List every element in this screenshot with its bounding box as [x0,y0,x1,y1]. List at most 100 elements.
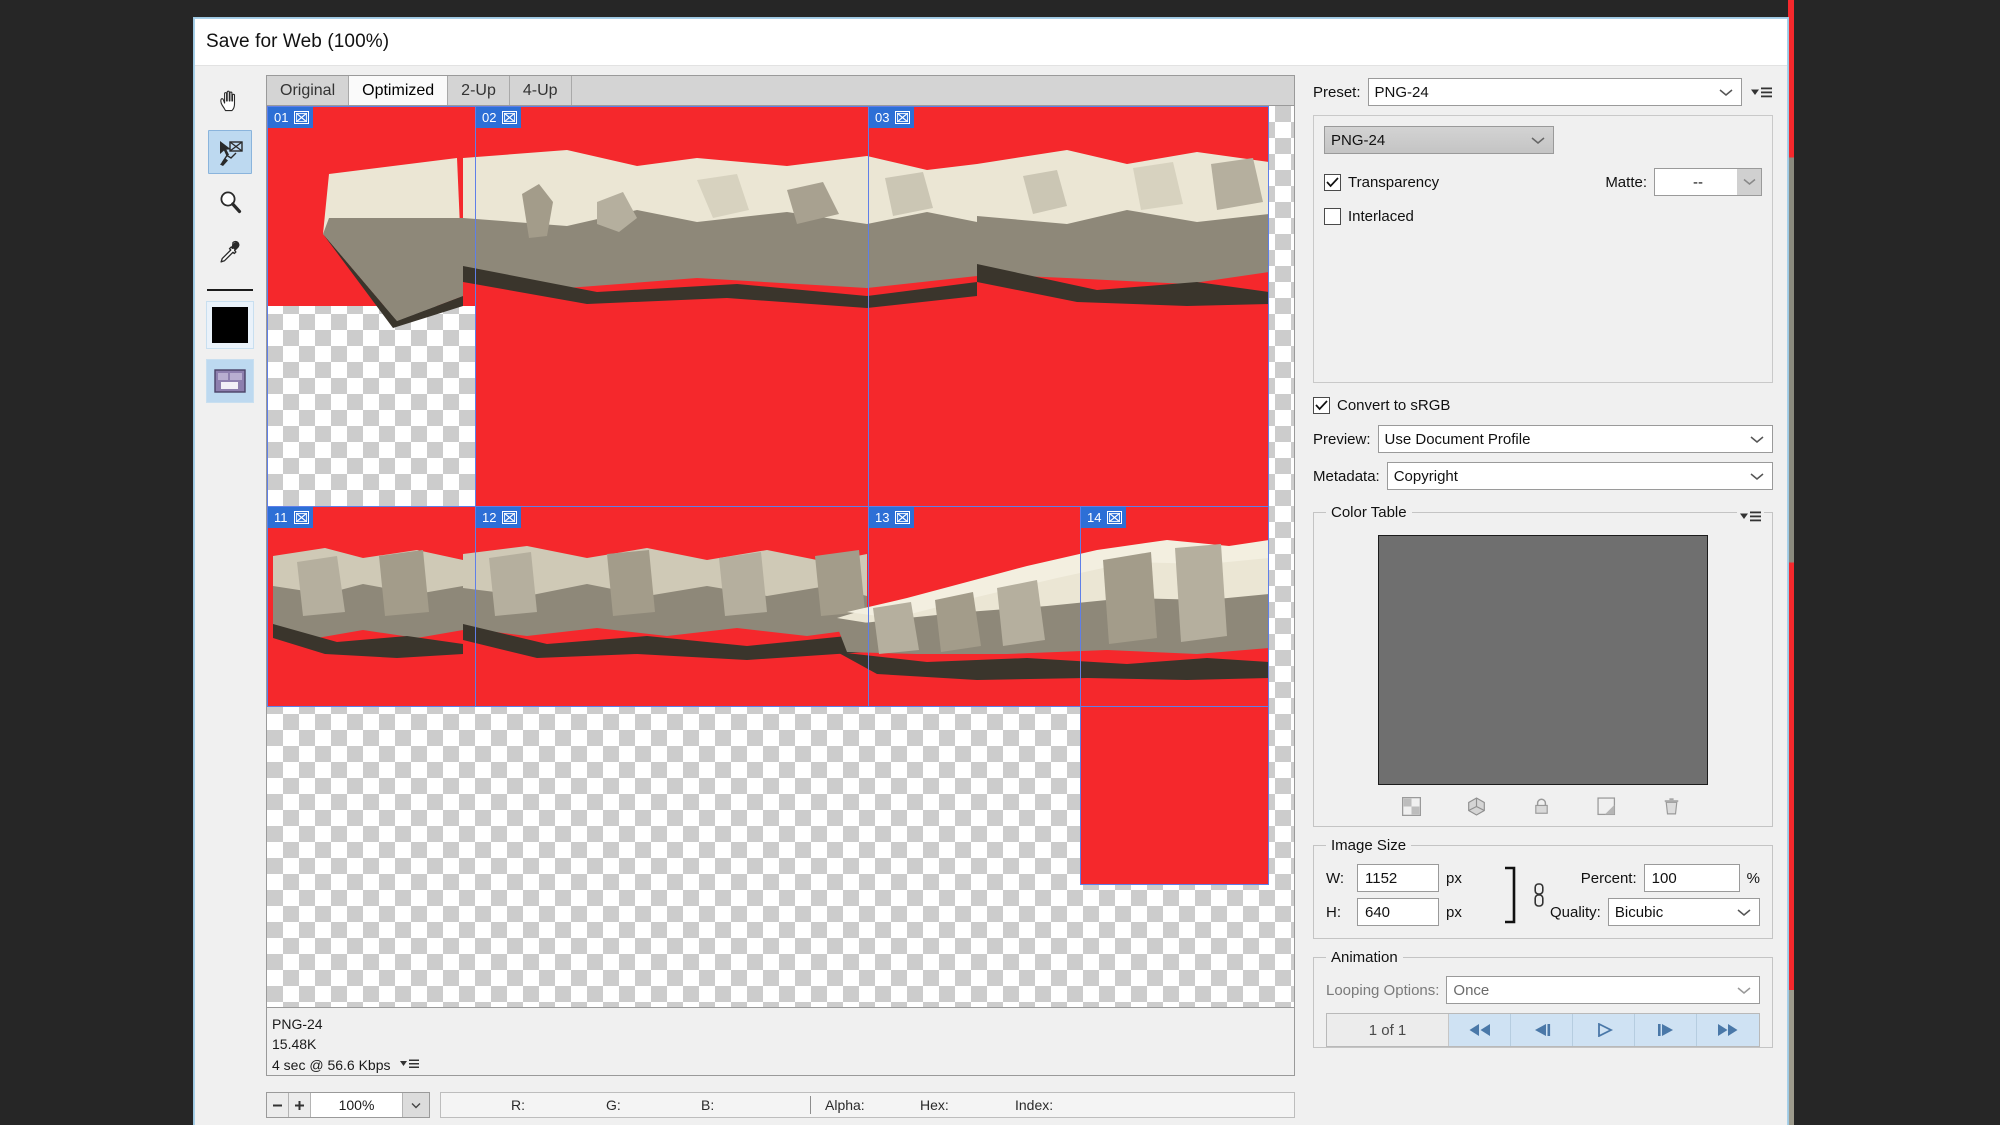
height-unit: px [1446,903,1462,921]
transparency-icon[interactable] [1401,797,1421,820]
new-swatch-icon[interactable] [1596,797,1616,820]
width-input[interactable]: 1152 [1357,864,1439,892]
transparency-checkbox[interactable]: Transparency [1324,173,1440,191]
chevron-down-icon [1750,468,1764,485]
color-table-menu-button[interactable] [1737,510,1764,527]
tab-original[interactable]: Original [267,76,350,105]
height-input[interactable]: 640 [1357,898,1439,926]
panel-menu-icon [399,1059,419,1068]
color-table-swatch-area[interactable] [1378,535,1708,785]
readout-hex: Hex: [920,1097,1015,1113]
chain-link-icon [1534,883,1544,907]
tab-optimized[interactable]: Optimized [349,76,449,105]
quality-select[interactable]: Bicubic [1607,898,1760,926]
preset-value: PNG-24 [1374,83,1429,101]
optimize-filesize: 15.48K [272,1036,317,1053]
color-table-toolbar [1326,797,1760,820]
check-icon [1326,176,1339,187]
chevron-down-icon [1737,982,1751,999]
slice-badge-01[interactable]: 01 [268,107,314,128]
animation-group: Animation Looping Options: Once 1 of 1 [1313,949,1773,1048]
next-frame-icon [1657,1024,1673,1036]
slice-guide-vertical-2 [868,106,869,706]
file-format-select[interactable]: PNG-24 [1324,126,1554,154]
first-frame-icon [1469,1024,1490,1036]
tools-palette [195,66,265,1125]
looping-options-label: Looping Options: [1326,981,1440,999]
quality-label: Quality: [1550,903,1601,921]
panel-menu-icon [1740,511,1761,522]
preset-panel-menu-button[interactable] [1749,82,1773,102]
slice-select-tool[interactable] [208,130,252,174]
percent-unit: % [1746,869,1760,887]
zoom-out-button[interactable] [267,1093,289,1117]
optimize-info-menu-button[interactable] [399,1055,419,1075]
next-frame-button[interactable] [1635,1014,1697,1046]
first-frame-button[interactable] [1449,1014,1511,1046]
slice-badge-13[interactable]: 13 [869,507,915,528]
interlaced-checkbox[interactable]: Interlaced [1324,208,1762,225]
background-document-sliver [1788,0,1794,1125]
looping-options-value: Once [1453,981,1490,999]
chevron-down-icon [1719,84,1733,101]
width-unit: px [1446,869,1462,887]
preset-label: Preset: [1313,83,1361,101]
slice-number: 12 [482,510,497,525]
eyedropper-icon [220,240,240,263]
readout-b: B: [701,1097,796,1113]
trash-icon[interactable] [1662,797,1681,820]
slice-badge-03[interactable]: 03 [869,107,915,128]
zoom-in-button[interactable] [289,1093,311,1117]
slice-select-icon [220,141,243,166]
play-button[interactable] [1573,1014,1635,1046]
slice-image-icon [502,111,518,124]
web-shift-icon[interactable] [1467,797,1486,820]
checkbox-box [1313,397,1330,414]
percent-input[interactable]: 100 [1643,864,1740,892]
readout-alpha-label: Alpha: [825,1097,865,1113]
matte-select[interactable]: -- [1654,168,1762,196]
zoom-level-field[interactable]: 100% [311,1093,403,1117]
hand-tool[interactable] [208,80,252,124]
last-frame-icon [1718,1024,1738,1036]
screen: Save for Web (100%) Original Optimized 2… [0,0,2000,1125]
readout-index: Index: [1015,1097,1110,1113]
slice-badge-12[interactable]: 12 [476,507,522,528]
slice-image-icon [294,111,310,124]
transparency-label: Transparency [1348,173,1440,191]
slice-image-icon [895,511,911,524]
optimized-preview-canvas[interactable]: 01 02 03 11 12 13 14 [267,106,1294,1007]
preview-status-bar: 100% R: G: B: Alpha: Hex: Index: [266,1085,1295,1125]
convert-srgb-checkbox[interactable]: Convert to sRGB [1313,397,1773,414]
constrain-proportions-toggle[interactable] [1528,883,1550,907]
slice-badge-14[interactable]: 14 [1081,507,1127,528]
foreground-color-swatch[interactable] [206,301,254,349]
slice-guide-horizontal-3 [1080,884,1269,885]
preset-select[interactable]: PNG-24 [1367,78,1742,106]
readout-divider [810,1096,811,1114]
tab-4up[interactable]: 4-Up [509,76,572,105]
zoom-tool[interactable] [208,180,252,224]
lock-icon[interactable] [1532,797,1551,820]
previous-frame-button[interactable] [1511,1014,1573,1046]
eyedropper-tool[interactable] [208,230,252,274]
toggle-slices-visibility-button[interactable] [206,359,254,403]
metadata-label: Metadata: [1313,467,1380,485]
play-icon [1597,1023,1613,1037]
slice-badge-11[interactable]: 11 [268,507,313,528]
zoom-level-dropdown-button[interactable] [403,1093,429,1117]
looping-options-select[interactable]: Once [1446,976,1760,1004]
readout-r-label: R: [511,1097,525,1113]
slice-guide-vertical-1 [475,106,476,706]
preset-row: Preset: PNG-24 [1313,78,1773,106]
preview-profile-select[interactable]: Use Document Profile [1377,425,1773,453]
last-frame-button[interactable] [1697,1014,1759,1046]
percent-label: Percent: [1580,869,1637,887]
metadata-select[interactable]: Copyright [1386,462,1773,490]
slice-badge-02[interactable]: 02 [476,107,522,128]
tab-2up[interactable]: 2-Up [448,76,510,105]
transparency-row: Transparency Matte: -- [1324,168,1762,196]
readout-b-label: B: [701,1097,715,1113]
slices-visibility-icon [214,369,246,393]
image-size-title: Image Size [1331,837,1407,854]
